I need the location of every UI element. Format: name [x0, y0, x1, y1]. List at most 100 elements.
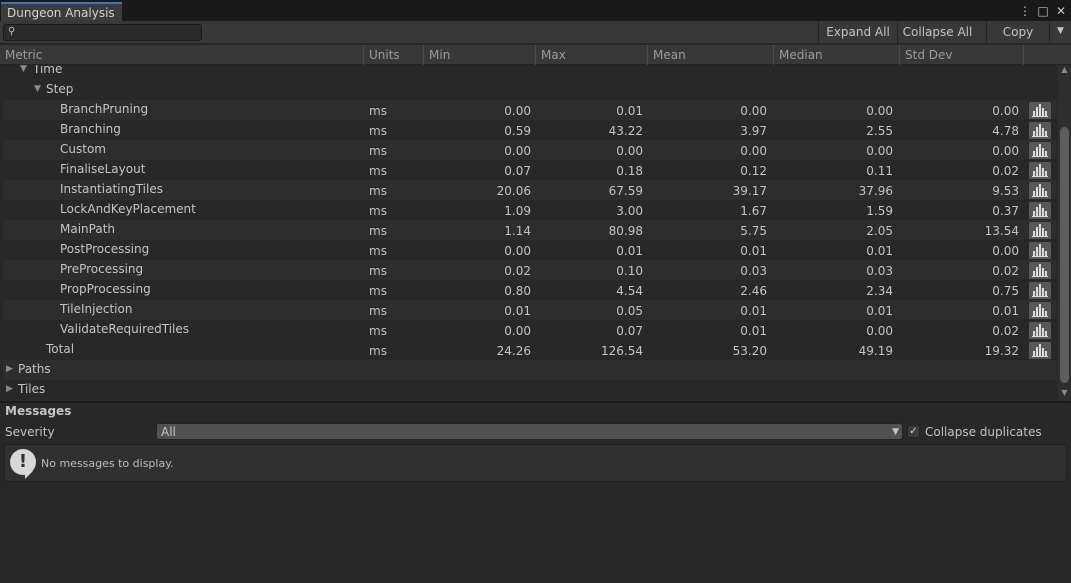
- expand-all-button[interactable]: Expand All: [818, 21, 897, 44]
- tab-dungeon-analysis[interactable]: Dungeon Analysis: [1, 2, 122, 21]
- graph-button[interactable]: [1028, 321, 1052, 340]
- column-header-graph: [1023, 45, 1055, 65]
- table-row[interactable]: InstantiatingTiles ms 20.06 67.59 39.17 37.96…: [3, 180, 1057, 200]
- units-cell: ms: [369, 244, 387, 258]
- messages-title: Messages: [5, 404, 72, 418]
- units-cell: ms: [369, 344, 387, 358]
- graph-button[interactable]: [1028, 201, 1052, 220]
- vertical-scrollbar[interactable]: ▲ ▼: [1058, 65, 1071, 401]
- table-row[interactable]: Branching ms 0.59 43.22 3.97 2.55 4.78: [3, 120, 1057, 140]
- search-input[interactable]: ⚲: [3, 24, 202, 41]
- max-cell: 0.00: [616, 144, 643, 158]
- tree-label-tiles: Tiles: [18, 382, 46, 396]
- panel-divider[interactable]: [0, 401, 1071, 403]
- severity-select[interactable]: All ▼: [156, 423, 903, 440]
- std-cell: 4.78: [992, 124, 1019, 138]
- std-cell: 0.02: [992, 164, 1019, 178]
- table-row[interactable]: FinaliseLayout ms 0.07 0.18 0.12 0.11 0.02: [3, 160, 1057, 180]
- median-cell: 0.01: [866, 244, 893, 258]
- graph-button[interactable]: [1028, 161, 1052, 180]
- metric-name: PropProcessing: [60, 282, 151, 296]
- std-cell: 0.75: [992, 284, 1019, 298]
- empty-messages-text: No messages to display.: [41, 457, 174, 470]
- metric-name: InstantiatingTiles: [60, 182, 163, 196]
- tree-row-total[interactable]: Total ms 24.26 126.54 53.20 49.19 19.32: [3, 340, 1057, 360]
- scroll-down-icon[interactable]: ▼: [1058, 388, 1071, 400]
- messages-list: ! No messages to display.: [4, 444, 1067, 482]
- column-header-mean[interactable]: Mean: [647, 45, 773, 65]
- metric-name: Total: [46, 342, 75, 356]
- graph-button[interactable]: [1028, 101, 1052, 120]
- table-row[interactable]: ValidateRequiredTiles ms 0.00 0.07 0.01 0.00 0…: [3, 320, 1057, 340]
- table-row[interactable]: PropProcessing ms 0.80 4.54 2.46 2.34 0.75: [3, 280, 1057, 300]
- units-cell: ms: [369, 184, 387, 198]
- table-row[interactable]: PostProcessing ms 0.00 0.01 0.01 0.01 0.00: [3, 240, 1057, 260]
- metric-name: ValidateRequiredTiles: [60, 322, 190, 336]
- column-header: Metric Units Min Max Mean Median Std Dev: [0, 45, 1071, 65]
- expand-paths-icon[interactable]: ▶: [6, 364, 13, 374]
- column-header-median[interactable]: Median: [773, 45, 899, 65]
- graph-button[interactable]: [1028, 121, 1052, 140]
- column-header-units[interactable]: Units: [363, 45, 423, 65]
- scrollbar-thumb[interactable]: [1060, 127, 1069, 383]
- kebab-menu-icon[interactable]: ⋮: [1019, 4, 1031, 18]
- graph-button[interactable]: [1028, 261, 1052, 280]
- column-header-min[interactable]: Min: [423, 45, 535, 65]
- units-cell: ms: [369, 204, 387, 218]
- chevron-down-icon: ▼: [892, 427, 899, 437]
- close-icon[interactable]: ✕: [1055, 4, 1067, 18]
- bar-chart-icon: [1032, 204, 1048, 217]
- metric-name: PostProcessing: [60, 242, 150, 256]
- toolbar: ⚲ Expand All Collapse All Copy ▼: [0, 21, 1071, 44]
- table-row[interactable]: PreProcessing ms 0.02 0.10 0.03 0.03 0.02: [3, 260, 1057, 280]
- graph-button[interactable]: [1028, 141, 1052, 160]
- graph-button[interactable]: [1028, 301, 1052, 320]
- expand-tiles-icon[interactable]: ▶: [6, 384, 13, 394]
- copy-dropdown-button[interactable]: ▼: [1049, 21, 1071, 44]
- table-row[interactable]: BranchPruning ms 0.00 0.01 0.00 0.00 0.00: [3, 100, 1057, 120]
- tree-row-time[interactable]: ▼ Time: [3, 65, 1057, 80]
- column-header-max[interactable]: Max: [535, 45, 647, 65]
- checkmark-icon: ✓: [909, 426, 918, 437]
- tree-row-step[interactable]: ▼ Step: [3, 80, 1057, 100]
- units-cell: ms: [369, 124, 387, 138]
- copy-button[interactable]: Copy: [986, 21, 1049, 44]
- graph-button[interactable]: [1028, 241, 1052, 260]
- column-header-metric[interactable]: Metric: [0, 45, 363, 65]
- tree-label-time: Time: [33, 65, 63, 76]
- mean-cell: 0.01: [740, 324, 767, 338]
- max-cell: 0.18: [616, 164, 643, 178]
- max-cell: 3.00: [616, 204, 643, 218]
- collapse-duplicates-label[interactable]: Collapse duplicates: [925, 425, 1042, 439]
- bar-chart-icon: [1032, 184, 1048, 197]
- min-cell: 1.14: [504, 224, 531, 238]
- collapse-duplicates-checkbox[interactable]: ✓: [907, 425, 920, 438]
- expand-step-icon[interactable]: ▼: [34, 84, 41, 94]
- min-cell: 0.07: [504, 164, 531, 178]
- graph-button[interactable]: [1028, 221, 1052, 240]
- table-row[interactable]: Custom ms 0.00 0.00 0.00 0.00 0.00: [3, 140, 1057, 160]
- min-cell: 0.00: [504, 144, 531, 158]
- collapse-all-button[interactable]: Collapse All: [897, 21, 977, 44]
- maximize-icon[interactable]: □: [1037, 4, 1049, 18]
- expand-time-icon[interactable]: ▼: [20, 65, 27, 74]
- std-cell: 0.01: [992, 304, 1019, 318]
- table-row[interactable]: TileInjection ms 0.01 0.05 0.01 0.01 0.01: [3, 300, 1057, 320]
- metric-name: LockAndKeyPlacement: [60, 202, 196, 216]
- tree-row-paths[interactable]: ▶ Paths: [3, 360, 1057, 380]
- graph-button[interactable]: [1028, 341, 1052, 360]
- graph-button[interactable]: [1028, 281, 1052, 300]
- std-cell: 0.02: [992, 324, 1019, 338]
- table-row[interactable]: MainPath ms 1.14 80.98 5.75 2.05 13.54: [3, 220, 1057, 240]
- units-cell: ms: [369, 264, 387, 278]
- min-cell: 0.80: [504, 284, 531, 298]
- scroll-up-icon[interactable]: ▲: [1058, 65, 1071, 77]
- graph-button[interactable]: [1028, 181, 1052, 200]
- metric-name: FinaliseLayout: [60, 162, 146, 176]
- std-cell: 0.00: [992, 104, 1019, 118]
- units-cell: ms: [369, 164, 387, 178]
- column-header-std-dev[interactable]: Std Dev: [899, 45, 1023, 65]
- median-cell: 49.19: [858, 344, 893, 358]
- tree-row-tiles[interactable]: ▶ Tiles: [3, 380, 1057, 400]
- table-row[interactable]: LockAndKeyPlacement ms 1.09 3.00 1.67 1.59 0.3…: [3, 200, 1057, 220]
